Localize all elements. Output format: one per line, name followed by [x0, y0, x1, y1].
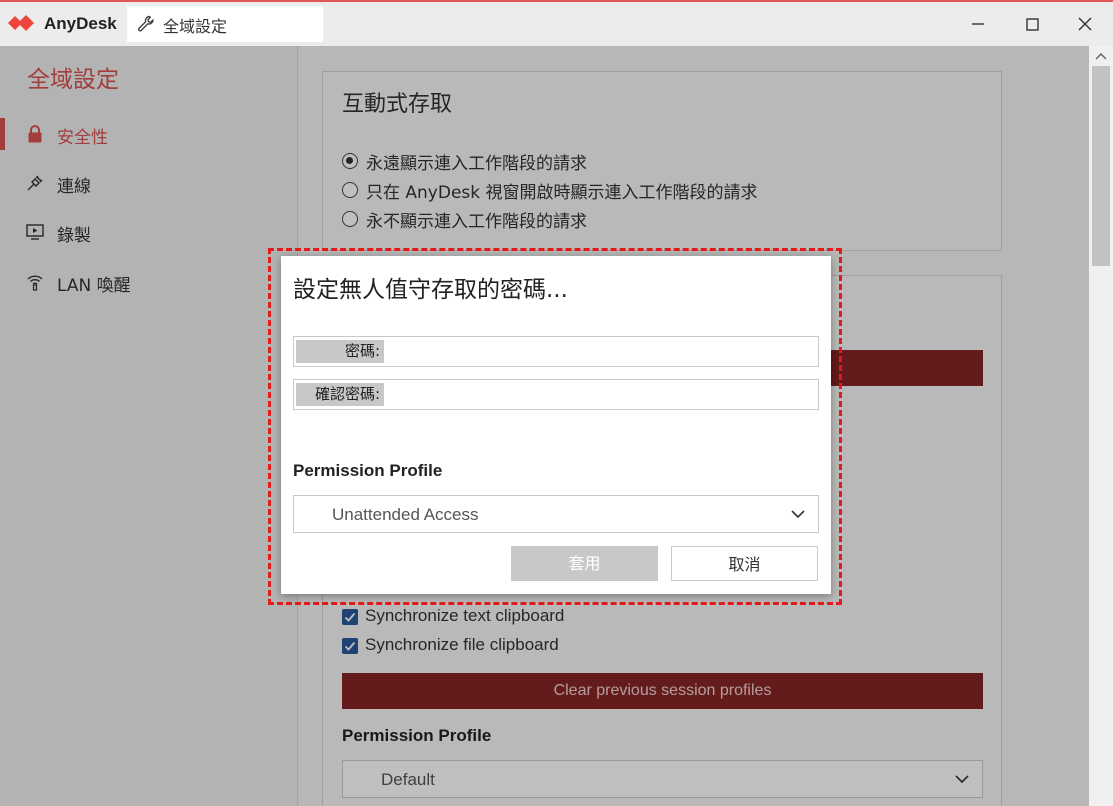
tab-label: 全域設定 [163, 17, 228, 36]
close-button[interactable] [1075, 14, 1095, 34]
minimize-button[interactable] [968, 14, 988, 34]
scroll-up-arrow-icon[interactable] [1095, 52, 1107, 60]
maximize-icon [1026, 18, 1039, 31]
apply-button[interactable]: 套用 [511, 546, 658, 581]
password-dialog: 設定無人值守存取的密碼... 密碼: 確認密碼: Permission Prof… [281, 256, 831, 594]
vertical-scrollbar[interactable] [1089, 46, 1113, 806]
app-name: AnyDesk [44, 14, 117, 33]
cancel-button[interactable]: 取消 [671, 546, 818, 581]
password-field[interactable]: 密碼: [293, 336, 819, 367]
anydesk-logo-icon [8, 15, 34, 31]
confirm-password-label: 確認密碼: [296, 383, 384, 406]
confirm-password-field[interactable]: 確認密碼: [293, 379, 819, 410]
confirm-password-input[interactable] [388, 383, 808, 406]
close-icon [1078, 17, 1092, 31]
tab-global-settings[interactable]: 全域設定 [127, 6, 323, 42]
chevron-down-icon [791, 510, 805, 519]
select-value: Unattended Access [332, 505, 479, 524]
maximize-button[interactable] [1022, 14, 1042, 34]
dialog-permission-profile-label: Permission Profile [293, 461, 443, 480]
dialog-title: 設定無人值守存取的密碼... [293, 277, 568, 303]
wrench-icon [138, 15, 154, 32]
minimize-icon [972, 23, 984, 25]
scroll-thumb[interactable] [1092, 66, 1110, 266]
password-label: 密碼: [296, 340, 384, 363]
title-bar: AnyDesk 全域設定 [0, 0, 1113, 46]
password-input[interactable] [388, 340, 808, 363]
dialog-permission-profile-select[interactable]: Unattended Access [293, 495, 819, 533]
